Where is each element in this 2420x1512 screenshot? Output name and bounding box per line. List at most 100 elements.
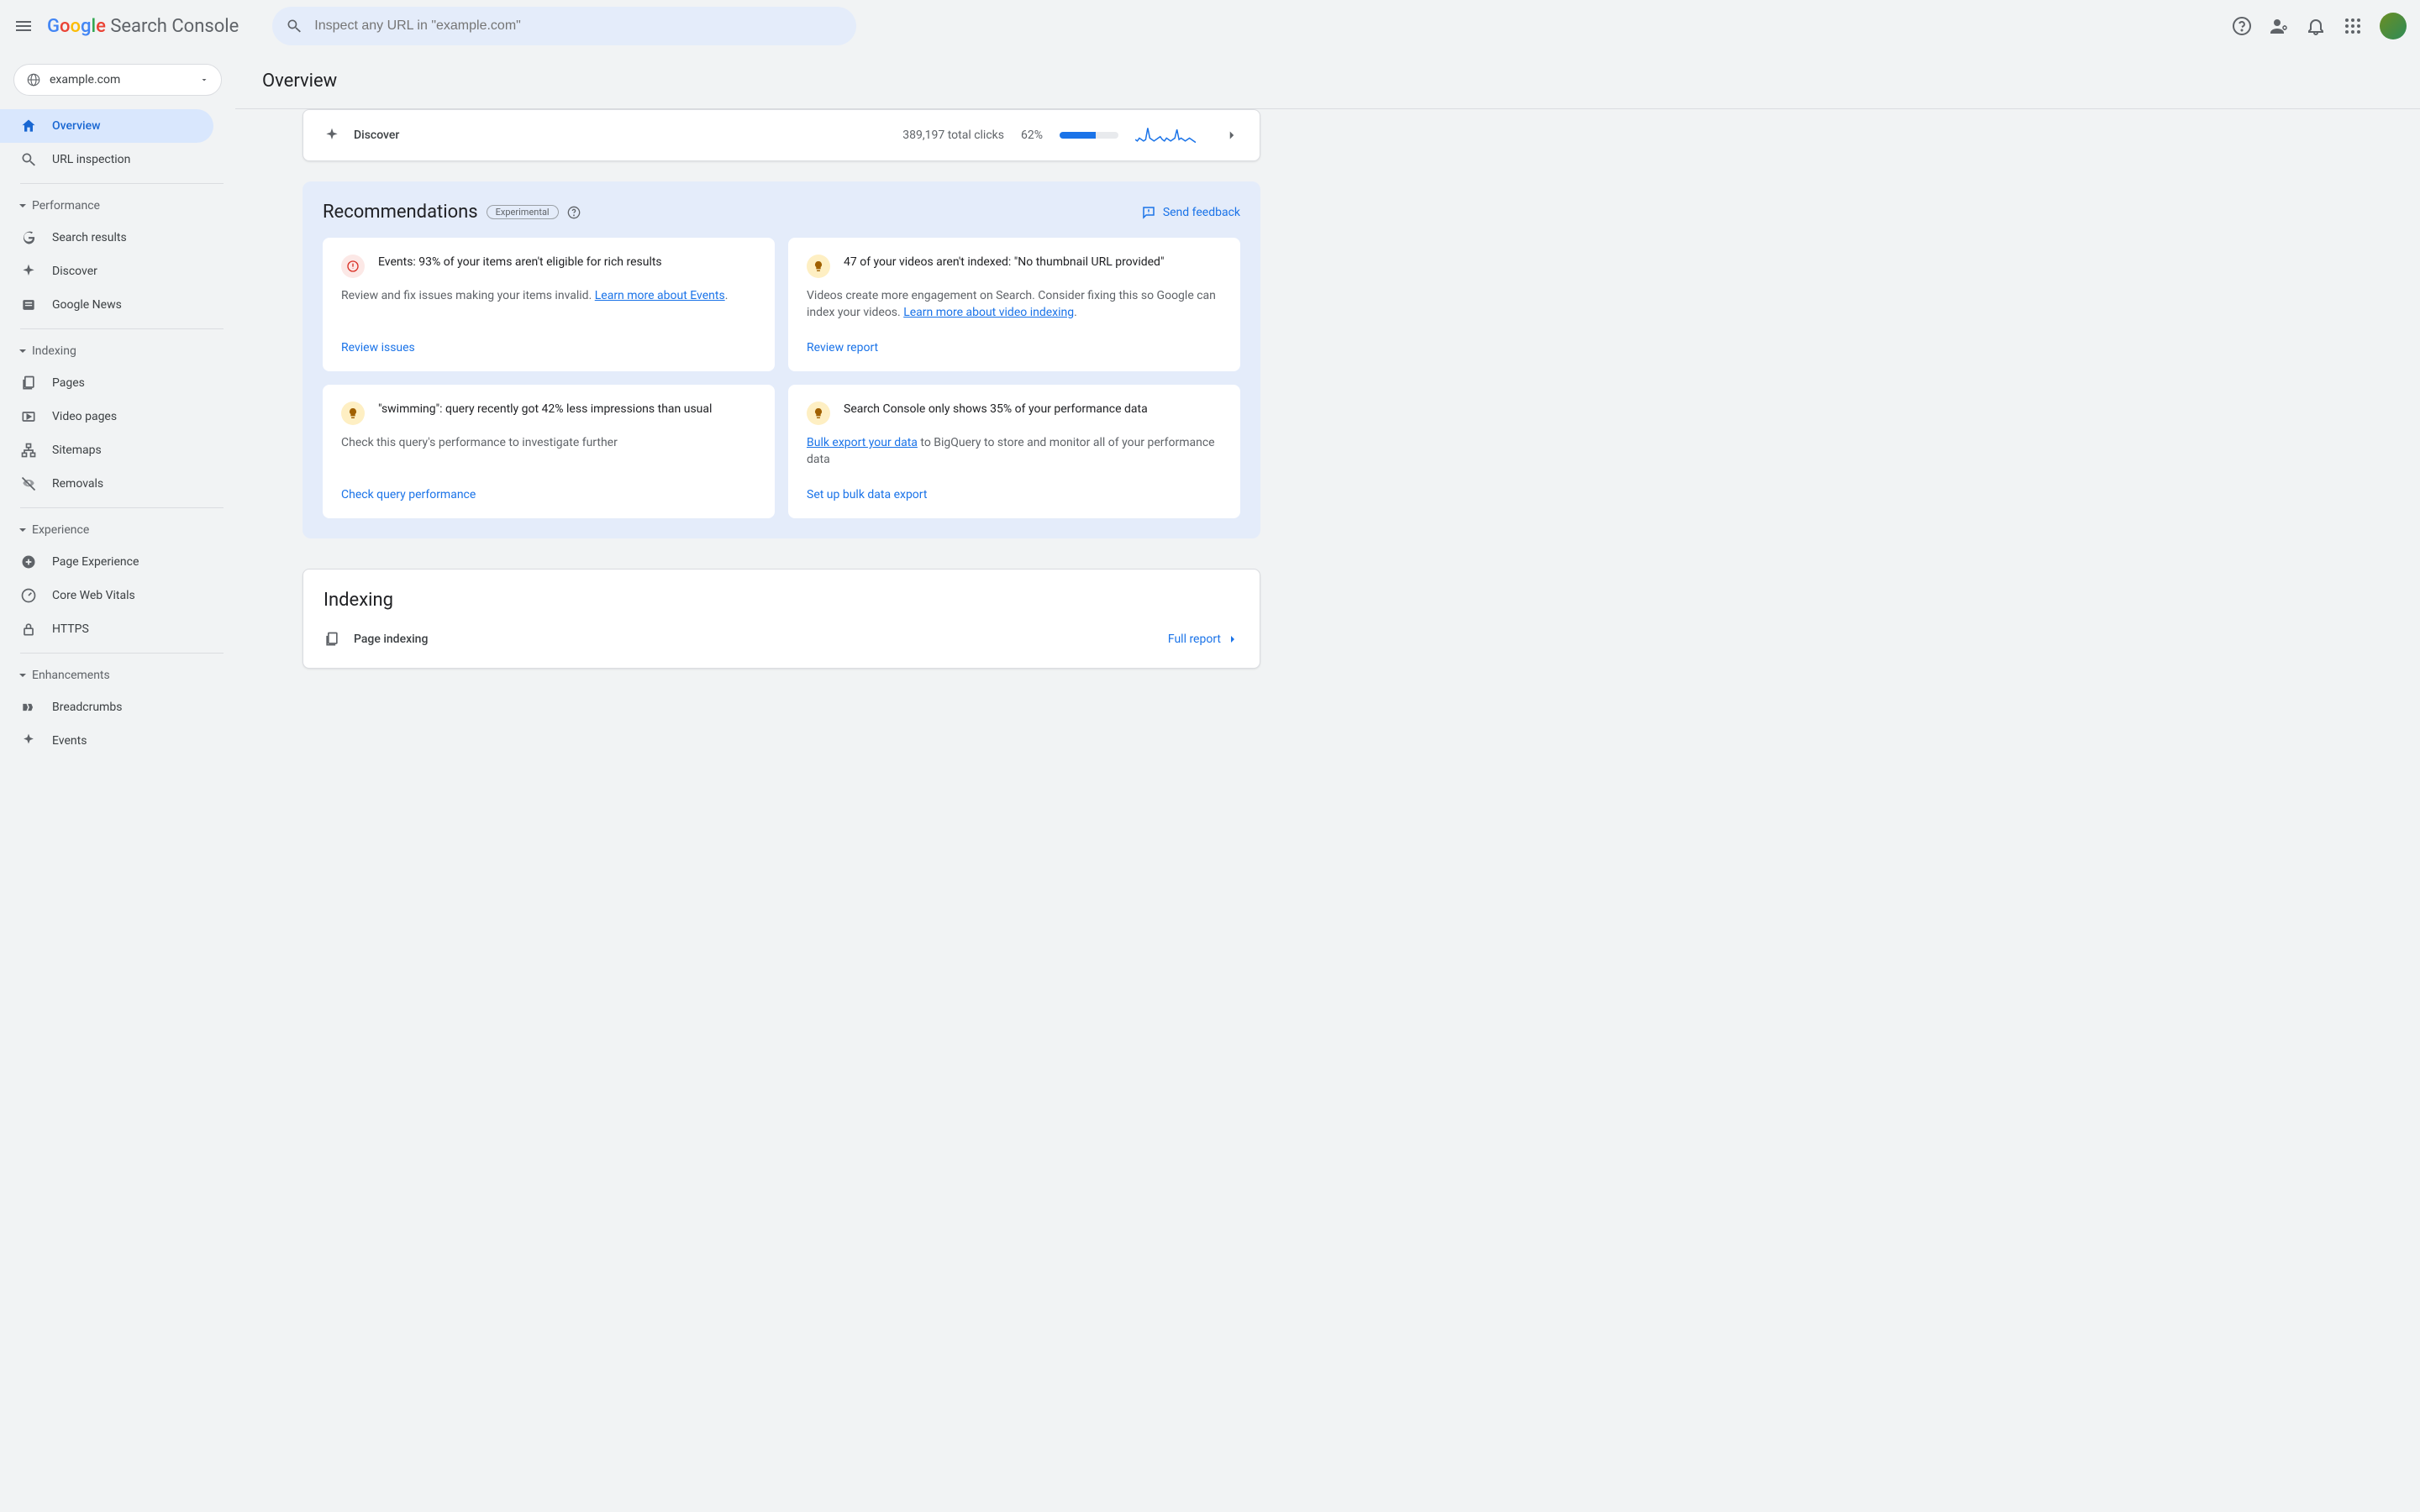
property-selector[interactable]: example.com	[13, 64, 222, 96]
recommendation-learn-more-link[interactable]: Learn more about Events	[595, 289, 725, 302]
caret-down-icon	[18, 202, 27, 210]
divider	[20, 507, 224, 508]
users-settings-icon[interactable]	[2269, 16, 2289, 36]
search-icon	[286, 18, 302, 34]
globe-icon	[26, 72, 41, 87]
full-report-label: Full report	[1168, 633, 1221, 646]
divider	[20, 328, 224, 329]
account-avatar[interactable]	[2380, 13, 2407, 39]
main-content: Overview Discover 389,197 total clicks 6…	[235, 0, 2420, 1512]
recommendation-title: 47 of your videos aren't indexed: "No th…	[844, 255, 1222, 271]
discover-row[interactable]: Discover 389,197 total clicks 62%	[303, 110, 1260, 160]
sidebar-item-pages[interactable]: Pages	[0, 366, 213, 400]
recommendation-learn-more-link[interactable]: Bulk export your data	[807, 436, 918, 449]
recommendation-card[interactable]: 47 of your videos aren't indexed: "No th…	[788, 238, 1240, 371]
recommendation-card[interactable]: "swimming": query recently got 42% less …	[323, 385, 775, 518]
sidebar-item-label: Sitemaps	[52, 444, 102, 457]
product-logo[interactable]: Google Search Console	[47, 16, 239, 37]
full-report-link[interactable]: Full report	[1168, 633, 1239, 646]
sidebar-item-removals[interactable]: Removals	[0, 467, 213, 501]
recommendation-title: Events: 93% of your items aren't eligibl…	[378, 255, 756, 271]
search-input[interactable]	[314, 18, 843, 34]
notifications-icon[interactable]	[2306, 16, 2326, 36]
sidebar-section-performance[interactable]: Performance	[0, 191, 235, 221]
breadcrumb-icon	[20, 699, 37, 716]
app-header: Google Search Console	[0, 0, 2420, 52]
sidebar-item-page-experience[interactable]: Page Experience	[0, 545, 213, 579]
discover-percent: 62%	[1021, 129, 1043, 142]
lightbulb-icon	[341, 402, 365, 425]
sidebar-item-events[interactable]: Events	[0, 724, 213, 758]
lightbulb-icon	[807, 402, 830, 425]
sidebar-item-label: Breadcrumbs	[52, 701, 122, 714]
google-g-icon	[20, 229, 37, 246]
recommendation-learn-more-link[interactable]: Learn more about video indexing	[903, 306, 1074, 319]
page-indexing-label: Page indexing	[354, 633, 428, 646]
recommendation-description: Bulk export your data to BigQuery to sto…	[807, 435, 1222, 468]
sidebar: example.com Overview URL inspection Perf…	[0, 0, 235, 1512]
indexing-card: Indexing Page indexing Full report	[302, 569, 1260, 669]
sidebar-section-enhancements[interactable]: Enhancements	[0, 660, 235, 690]
recommendation-action-link[interactable]: Set up bulk data export	[807, 480, 1222, 501]
divider	[20, 653, 224, 654]
sidebar-item-sitemaps[interactable]: Sitemaps	[0, 433, 213, 467]
sidebar-item-breadcrumbs[interactable]: Breadcrumbs	[0, 690, 213, 724]
lock-icon	[20, 621, 37, 638]
discover-clicks: 389,197 total clicks	[902, 129, 1004, 142]
sidebar-item-label: Google News	[52, 298, 122, 312]
divider	[20, 183, 224, 184]
sidebar-section-indexing[interactable]: Indexing	[0, 336, 235, 366]
event-icon	[20, 732, 37, 749]
url-inspect-search[interactable]	[272, 7, 856, 45]
sidebar-item-https[interactable]: HTTPS	[0, 612, 213, 646]
sidebar-item-label: Page Experience	[52, 555, 139, 569]
section-label: Enhancements	[32, 669, 110, 682]
gauge-icon	[20, 587, 37, 604]
recommendation-title: "swimming": query recently got 42% less …	[378, 402, 756, 418]
sidebar-section-experience[interactable]: Experience	[0, 515, 235, 545]
sidebar-item-label: Overview	[52, 119, 100, 133]
indexing-title: Indexing	[303, 570, 1260, 619]
property-name: example.com	[50, 73, 199, 87]
sidebar-item-search-results[interactable]: Search results	[0, 221, 213, 255]
recommendation-action-link[interactable]: Review issues	[341, 333, 756, 354]
help-icon[interactable]	[2232, 16, 2252, 36]
performance-summary-card: Discover 389,197 total clicks 62%	[302, 109, 1260, 161]
sidebar-item-video-pages[interactable]: Video pages	[0, 400, 213, 433]
sidebar-item-url-inspection[interactable]: URL inspection	[0, 143, 213, 176]
chevron-right-icon	[1224, 128, 1239, 143]
sidebar-item-label: Core Web Vitals	[52, 589, 135, 602]
plus-circle-icon	[20, 554, 37, 570]
send-feedback-link[interactable]: Send feedback	[1141, 205, 1240, 220]
sidebar-item-label: Search results	[52, 231, 127, 244]
help-icon[interactable]	[567, 206, 581, 219]
menu-icon[interactable]	[13, 16, 34, 36]
sidebar-item-overview[interactable]: Overview	[0, 109, 213, 143]
pages-icon	[20, 375, 37, 391]
apps-icon[interactable]	[2343, 16, 2363, 36]
recommendation-card[interactable]: Search Console only shows 35% of your pe…	[788, 385, 1240, 518]
discover-sparkline	[1135, 125, 1196, 145]
sidebar-item-core-web-vitals[interactable]: Core Web Vitals	[0, 579, 213, 612]
sidebar-item-label: URL inspection	[52, 153, 130, 166]
error-icon	[341, 255, 365, 278]
caret-down-icon	[18, 671, 27, 680]
recommendation-title: Search Console only shows 35% of your pe…	[844, 402, 1222, 418]
recommendation-card[interactable]: Events: 93% of your items aren't eligibl…	[323, 238, 775, 371]
chevron-down-icon	[199, 75, 209, 85]
discover-icon	[324, 127, 340, 144]
discover-icon	[20, 263, 37, 280]
recommendation-description: Videos create more engagement on Search.…	[807, 288, 1222, 321]
search-icon	[20, 151, 37, 168]
sidebar-item-label: HTTPS	[52, 622, 89, 636]
section-label: Experience	[32, 523, 89, 537]
page-indexing-row[interactable]: Page indexing Full report	[303, 619, 1260, 659]
sidebar-item-google-news[interactable]: Google News	[0, 288, 213, 322]
chevron-right-icon	[1226, 633, 1239, 646]
recommendation-action-link[interactable]: Check query performance	[341, 480, 756, 501]
sidebar-item-discover[interactable]: Discover	[0, 255, 213, 288]
news-icon	[20, 297, 37, 313]
sidebar-item-label: Events	[52, 734, 87, 748]
recommendation-action-link[interactable]: Review report	[807, 333, 1222, 354]
caret-down-icon	[18, 526, 27, 534]
